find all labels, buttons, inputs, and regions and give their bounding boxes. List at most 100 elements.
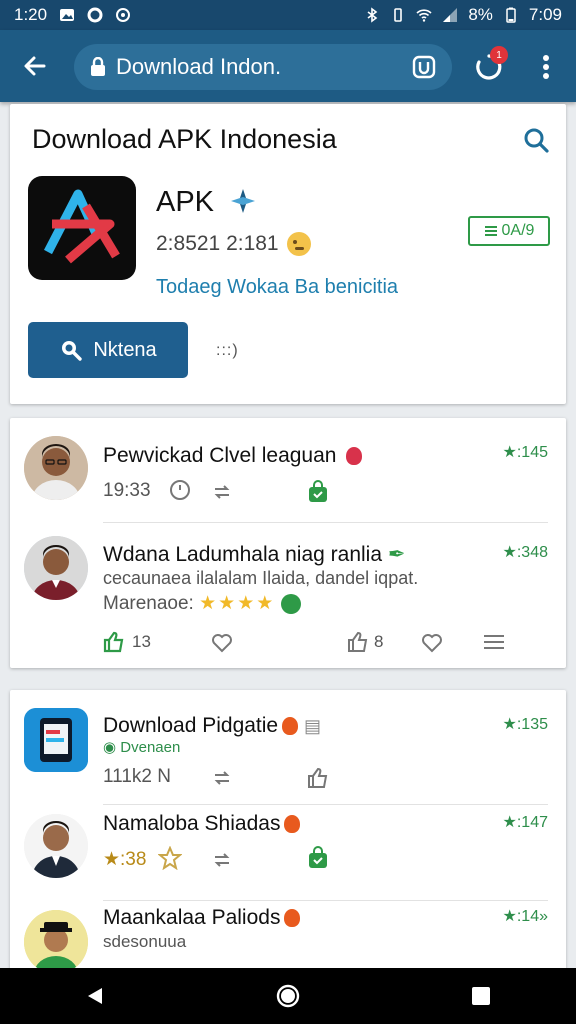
divider [103, 804, 548, 805]
downloads-card: Download Pidgatie ▤ ★:135 ◉ Dvenaen 111k… [10, 690, 566, 974]
app-meta-text: 2:8521 2:181 [156, 232, 279, 255]
fire-icon [284, 815, 301, 834]
app-card: Download APK Indonesia APK 2:8521 2:181 … [10, 104, 566, 404]
more-options[interactable]: :::) [216, 342, 239, 360]
avatar [24, 436, 88, 500]
shield-icon[interactable] [412, 55, 436, 79]
review-rating-label: Marenaoe: [103, 593, 194, 614]
nav-recents-icon[interactable] [470, 985, 492, 1007]
avatar [24, 708, 88, 772]
tabs-count-badge: 1 [490, 46, 508, 64]
vibrate-icon [394, 8, 403, 22]
download-title: Download Pidgatie ▤ [103, 714, 321, 738]
status-clock: 7:09 [528, 5, 562, 24]
review-author: Wdana Ladumhala niag ranlia ✒ [103, 542, 405, 567]
review-rating: Marenaoe: ★★★★ [103, 592, 301, 615]
list-icon [484, 226, 497, 236]
review-author-text: Pewvickad Clvel leaguan [103, 444, 337, 467]
fire-icon [282, 717, 299, 736]
document-icon: ▤ [303, 716, 321, 736]
review-time: 19:33 [103, 480, 151, 501]
download-publisher-text: Dvenaen [120, 739, 181, 756]
nav-back-icon[interactable] [84, 985, 106, 1007]
download-subtitle: sdesonuua [103, 932, 187, 951]
download-score: ★:14» [502, 908, 548, 925]
browser-toolbar: Download Indon. 1 [0, 30, 576, 102]
person-avatar-icon [24, 436, 88, 500]
rating-badge[interactable]: 0А/9 [468, 216, 550, 246]
sparkle-icon [231, 189, 255, 213]
back-button[interactable] [20, 51, 50, 81]
clock-icon [170, 480, 190, 500]
search-icon[interactable] [522, 126, 550, 154]
app-meta: 2:8521 2:181 [156, 232, 311, 256]
settings-notification-icon [116, 8, 131, 22]
avatar [24, 536, 88, 600]
primary-action-button[interactable]: Nktena [28, 322, 188, 378]
avatar [24, 814, 88, 878]
bluetooth-icon [367, 7, 378, 23]
repost-icon[interactable] [210, 766, 234, 790]
battery-icon [506, 7, 516, 23]
arrow-left-icon [24, 56, 46, 76]
system-nav-bar [0, 968, 576, 1024]
download-title: Maankalaa Paliods [103, 906, 301, 930]
apk-logo-icon [44, 189, 120, 264]
review-author-text: Wdana Ladumhala niag ranlia [103, 543, 383, 566]
download-title-text: Namaloba Shiadas [103, 812, 281, 835]
thumbs-up-outline-icon[interactable] [346, 630, 370, 654]
image-notification-icon [60, 9, 75, 21]
review-score: ★:348 [502, 544, 548, 561]
search-icon [62, 341, 83, 361]
repost-icon[interactable] [210, 848, 234, 872]
app-name: APK [156, 186, 215, 218]
tablet-app-icon [24, 708, 88, 772]
reviews-card: Pewvickad Clvel leaguan ★:145 19:33 Wdan… [10, 418, 566, 668]
thumbs-up-outline-icon[interactable] [306, 766, 330, 790]
lock-icon [91, 57, 105, 76]
like-count: 13 [132, 632, 151, 651]
download-title: Namaloba Shiadas [103, 812, 301, 836]
download-score: ★:147 [502, 814, 548, 831]
rating-badge-label: 0А/9 [501, 222, 535, 239]
circle-notification-icon [87, 7, 103, 23]
url-text: Download Indon. [116, 54, 282, 79]
verified-icon: ◉ [103, 739, 117, 756]
nav-home-icon[interactable] [275, 983, 301, 1009]
menu-lines-icon[interactable] [482, 630, 506, 654]
star-outline-icon[interactable] [158, 846, 182, 870]
app-tagline-link[interactable]: Todaeg Wokaa Ba benicitia [156, 276, 398, 299]
signal-icon [443, 8, 458, 22]
repost-icon[interactable] [210, 480, 234, 504]
review-score: ★:145 [502, 444, 548, 461]
leaf-icon: ✒ [387, 543, 406, 566]
star-rating: ★★★★ [199, 593, 276, 614]
person-avatar-icon [24, 814, 88, 878]
fire-icon [284, 909, 301, 928]
primary-action-label: Nktena [93, 338, 157, 361]
page-title: Download APK Indonesia [32, 124, 337, 154]
heart-icon[interactable] [420, 630, 444, 654]
person-avatar-icon [24, 536, 88, 600]
bag-green-icon[interactable] [306, 846, 330, 870]
download-score: ★:135 [502, 716, 548, 733]
app-logo [28, 176, 136, 280]
download-meta: ★:38 [103, 849, 147, 870]
download-publisher: ◉ Dvenaen [103, 738, 180, 756]
thumbs-count: 8 [374, 632, 384, 651]
heart-icon[interactable] [210, 630, 234, 654]
status-time: 1:20 [14, 5, 48, 24]
more-vert-icon[interactable] [538, 52, 554, 82]
thumbs-up-icon[interactable] [102, 630, 126, 654]
apple-icon [346, 447, 363, 466]
bag-green-icon[interactable] [306, 480, 330, 504]
address-bar[interactable]: Download Indon. [74, 44, 452, 90]
wink-emoji-icon [286, 232, 311, 256]
review-author: Pewvickad Clvel leaguan [103, 444, 363, 468]
divider [103, 900, 548, 901]
status-bar: 1:20 8% 7:09 [0, 0, 576, 30]
divider [103, 522, 548, 523]
person-avatar-icon [24, 910, 88, 974]
battery-level: 8% [468, 5, 493, 24]
review-text: cecaunaea ilalalam Ilaida, dandel iqpat. [103, 568, 419, 588]
